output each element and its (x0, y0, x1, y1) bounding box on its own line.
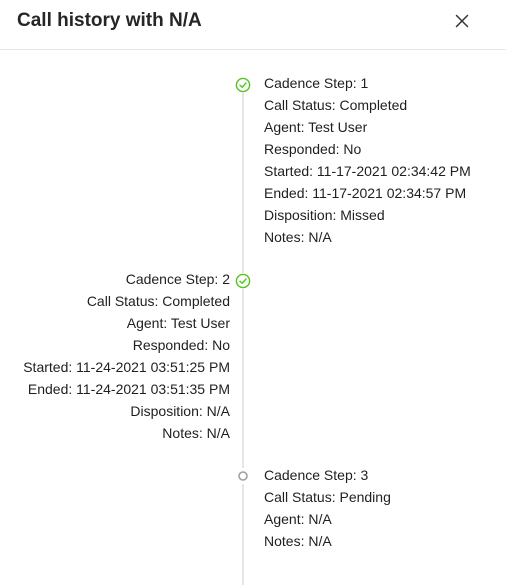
hollow-circle-icon (238, 471, 248, 481)
notes: Notes: N/A (264, 229, 332, 245)
timeline: Cadence Step: 1 Call Status: Completed A… (0, 51, 506, 585)
ended-time: Ended: 11-17-2021 02:34:57 PM (264, 185, 467, 201)
dialog-title: Call history with N/A (17, 10, 202, 31)
notes: Notes: N/A (162, 425, 230, 441)
ended-time: Ended: 11-24-2021 03:51:35 PM (27, 381, 230, 397)
cadence-step: Cadence Step: 2 (125, 271, 230, 287)
timeline-item-step-1: Cadence Step: 1 Call Status: Completed A… (264, 72, 471, 248)
started-time: Started: 11-24-2021 03:51:25 PM (23, 359, 230, 375)
cadence-step: Cadence Step: 3 (264, 467, 369, 483)
check-circle-icon (235, 273, 251, 289)
timeline-line (242, 91, 244, 585)
call-history-dialog: Call history with N/A Cadence Step: 1 Ca… (0, 0, 506, 585)
close-button[interactable] (450, 9, 474, 33)
check-circle-icon (235, 77, 251, 93)
notes: Notes: N/A (264, 533, 332, 549)
disposition: Disposition: Missed (264, 207, 385, 223)
close-icon (455, 14, 469, 28)
call-status: Call Status: Completed (264, 97, 408, 113)
dialog-header: Call history with N/A (0, 0, 506, 50)
agent: Agent: Test User (126, 315, 230, 331)
cadence-step: Cadence Step: 1 (264, 75, 369, 91)
agent: Agent: N/A (264, 511, 332, 527)
started-time: Started: 11-17-2021 02:34:42 PM (264, 163, 471, 179)
timeline-item-step-3: Cadence Step: 3 Call Status: Pending Age… (264, 464, 391, 552)
agent: Agent: Test User (264, 119, 368, 135)
timeline-dot-step-3 (235, 468, 251, 484)
responded: Responded: No (264, 141, 362, 157)
disposition: Disposition: N/A (130, 403, 230, 419)
call-status: Call Status: Completed (86, 293, 230, 309)
call-status: Call Status: Pending (264, 489, 391, 505)
timeline-dot-step-1 (235, 77, 251, 93)
responded: Responded: No (132, 337, 230, 353)
timeline-item-step-2: Cadence Step: 2 Call Status: Completed A… (23, 268, 230, 444)
timeline-dot-step-2 (235, 273, 251, 289)
